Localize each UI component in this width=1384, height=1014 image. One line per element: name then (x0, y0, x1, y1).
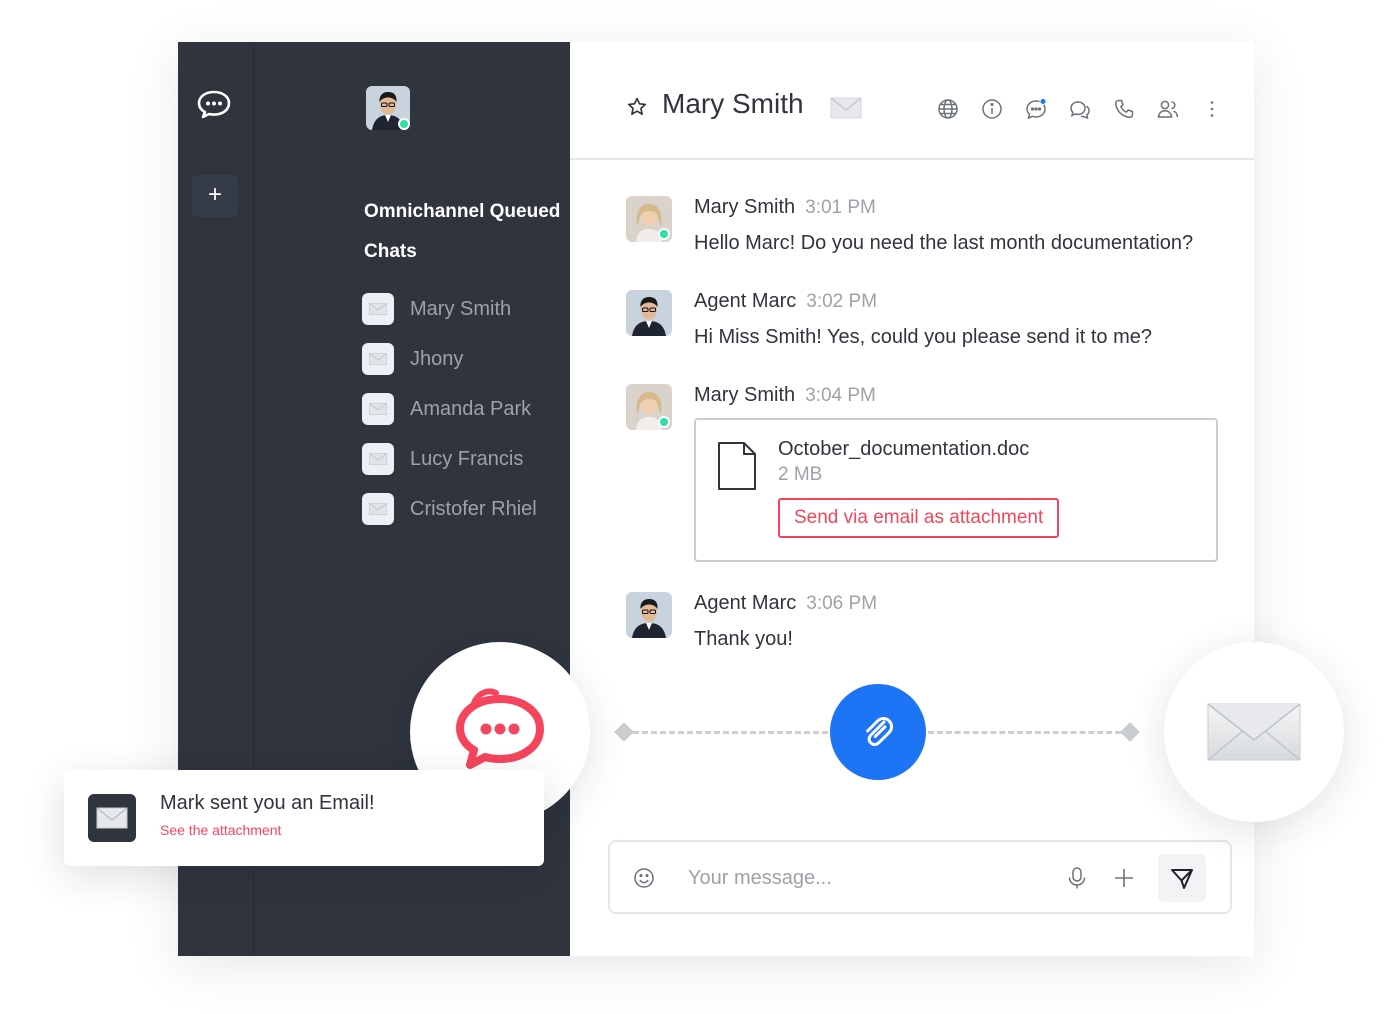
plus-icon[interactable] (1112, 866, 1136, 890)
send-via-email-button[interactable]: Send via email as attachment (778, 498, 1060, 538)
see-attachment-link[interactable]: See the attachment (160, 822, 281, 838)
email-badge (1164, 642, 1344, 822)
message-composer (608, 840, 1232, 914)
discussion-icon[interactable] (1024, 97, 1048, 121)
message-author[interactable]: Agent Marc (694, 592, 796, 614)
message-author[interactable]: Agent Marc (694, 290, 796, 312)
sidebar-item-label: Cristofer Rhiel (410, 497, 537, 520)
user-avatar[interactable] (366, 86, 412, 132)
email-icon (362, 443, 394, 475)
create-new-button[interactable]: + (192, 175, 238, 217)
sidebar-item-label: Mary Smith (410, 297, 512, 320)
message-time: 3:04 PM (805, 385, 876, 406)
flow-connector (624, 731, 828, 734)
avatar[interactable] (626, 290, 672, 336)
online-status-dot (658, 416, 670, 428)
online-status-dot (398, 118, 410, 130)
file-name[interactable]: October_documentation.doc (778, 438, 1029, 461)
message-text: Thank you! (694, 628, 793, 650)
message-header: Mary Smith 3:04 PM (694, 384, 876, 407)
rocketchat-logo-icon (456, 688, 544, 769)
room-header: Mary Smith (570, 42, 1254, 160)
message-time: 3:02 PM (806, 291, 878, 312)
email-icon (362, 493, 394, 525)
message-author[interactable]: Mary Smith (694, 384, 795, 406)
file-size: 2 MB (778, 464, 823, 485)
message-item: Agent Marc 3:02 PM Hi Miss Smith! Yes, co… (626, 290, 1226, 350)
document-icon (718, 442, 756, 490)
message-author[interactable]: Mary Smith (694, 196, 795, 218)
toast-title: Mark sent you an Email! (160, 792, 375, 814)
message-item: Agent Marc 3:06 PM Thank you! (626, 592, 1226, 652)
message-text: Hello Marc! Do you need the last month d… (694, 232, 1194, 254)
message-time: 3:01 PM (805, 197, 876, 218)
attachment-badge (830, 684, 926, 780)
phone-icon[interactable] (1112, 97, 1136, 121)
envelope-icon (1207, 703, 1301, 761)
avatar[interactable] (626, 592, 672, 638)
chat-main: Mary Smith Mary Smith 3:01 PM Hello Marc… (570, 42, 1254, 956)
section-title: Omnichannel Queued Chats (364, 201, 561, 262)
email-icon (362, 343, 394, 375)
sidebar-item-label: Lucy Francis (410, 447, 524, 470)
microphone-icon[interactable] (1066, 866, 1088, 890)
email-icon (830, 97, 862, 119)
kebab-menu-icon[interactable] (1200, 97, 1224, 121)
room-title: Mary Smith (662, 88, 804, 119)
send-button[interactable] (1158, 854, 1206, 902)
globe-icon[interactable] (936, 97, 960, 121)
star-icon[interactable] (626, 96, 648, 118)
email-icon (88, 794, 136, 842)
members-icon[interactable] (1156, 97, 1180, 121)
message-header: Agent Marc 3:06 PM (694, 592, 877, 615)
message-time: 3:06 PM (806, 593, 878, 614)
message-item: Mary Smith 3:01 PM Hello Marc! Do you nee… (626, 196, 1226, 256)
sidebar-item-label: Jhony (410, 347, 464, 370)
sidebar-item-label: Amanda Park (410, 397, 532, 420)
email-icon (362, 293, 394, 325)
email-notification-toast[interactable]: Mark sent you an Email! See the attachme… (64, 770, 544, 866)
message-input[interactable] (688, 860, 1038, 896)
threads-icon[interactable] (1068, 97, 1092, 121)
file-attachment-card[interactable]: October_documentation.doc 2 MB Send via … (694, 418, 1218, 562)
emoji-icon[interactable] (632, 866, 656, 890)
message-header: Mary Smith 3:01 PM (694, 196, 876, 219)
rocketchat-logo-icon[interactable] (196, 88, 232, 120)
online-status-dot (658, 228, 670, 240)
send-icon (1171, 869, 1193, 889)
message-text: Hi Miss Smith! Yes, could you please sen… (694, 326, 1153, 348)
email-icon (362, 393, 394, 425)
paperclip-icon (866, 717, 894, 747)
info-icon[interactable] (980, 97, 1004, 121)
message-header: Agent Marc 3:02 PM (694, 290, 877, 313)
flow-connector (928, 731, 1130, 734)
